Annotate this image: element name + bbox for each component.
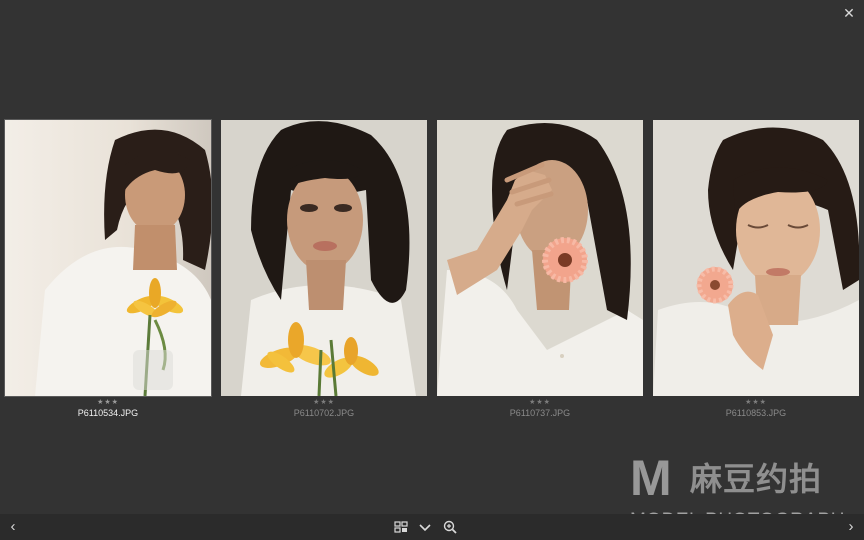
view-options-dropdown[interactable] — [417, 519, 433, 535]
zoom-in-icon — [443, 520, 457, 534]
close-icon: ✕ — [843, 5, 855, 21]
previous-button[interactable]: ‹ — [5, 518, 21, 536]
watermark-chinese: 麻豆约拍 — [690, 461, 823, 497]
thumbnail-item[interactable]: ★★★ P6110534.JPG — [4, 119, 212, 419]
rating-stars[interactable]: ★★★ — [653, 399, 859, 407]
thumbnail-filename: P6110702.JPG — [293, 408, 355, 418]
bottom-toolbar: ‹ › — [0, 514, 864, 540]
thumbnail-filename: P6110853.JPG — [725, 408, 787, 418]
rating-stars[interactable]: ★★★ — [437, 399, 643, 407]
thumbnail-image[interactable] — [4, 119, 212, 397]
watermark-letter: M — [630, 450, 672, 506]
rating-stars[interactable]: ★★★ — [5, 399, 211, 407]
view-mode-button[interactable] — [393, 519, 409, 535]
thumbnail-item[interactable]: ★★★ P6110737.JPG — [437, 120, 643, 419]
thumbnail-item[interactable]: ★★★ P6110853.JPG — [653, 120, 859, 419]
thumbnail-filename: P6110534.JPG — [77, 408, 139, 418]
image-viewer: ✕ ★★★ P6110534.JPG ★★★ P6110702.JPG ★★★ … — [0, 0, 864, 540]
close-button[interactable]: ✕ — [840, 4, 858, 22]
grid-view-icon — [394, 521, 408, 533]
thumbnail-image[interactable] — [653, 120, 859, 396]
thumbnail-image[interactable] — [221, 120, 427, 396]
zoom-in-button[interactable] — [442, 519, 458, 535]
filmstrip: ★★★ P6110534.JPG ★★★ P6110702.JPG ★★★ P6… — [4, 119, 861, 420]
chevron-down-icon — [419, 524, 431, 532]
thumbnail-filename: P6110737.JPG — [509, 408, 571, 418]
chevron-right-icon: › — [848, 518, 854, 535]
chevron-left-icon: ‹ — [10, 518, 16, 535]
next-button[interactable]: › — [843, 518, 859, 536]
thumbnail-item[interactable]: ★★★ P6110702.JPG — [221, 120, 427, 419]
rating-stars[interactable]: ★★★ — [221, 399, 427, 407]
thumbnail-image[interactable] — [437, 120, 643, 396]
